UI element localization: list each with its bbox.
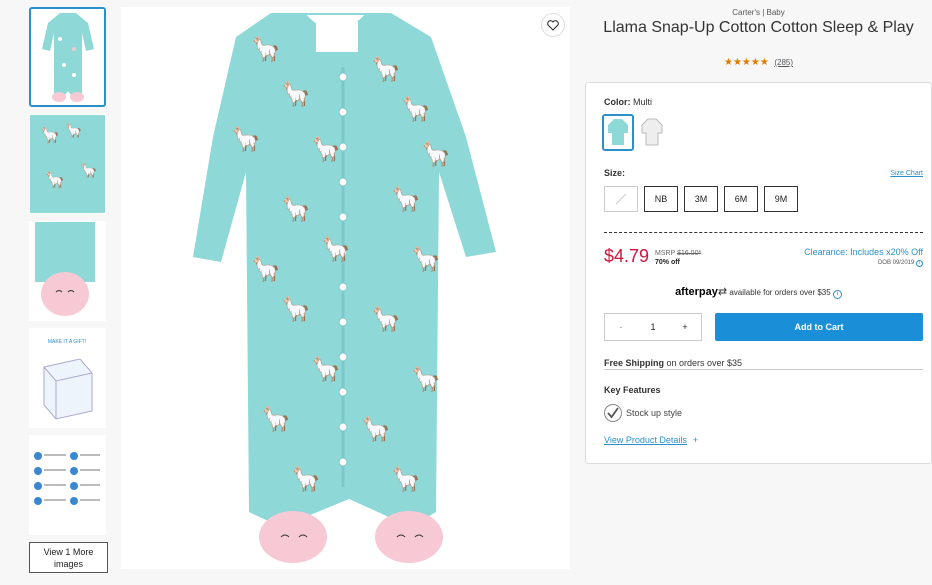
thumbnail-2[interactable]: 🦙 🦙 🦙 🦙: [29, 114, 106, 214]
rating[interactable]: ★★★★★ (285): [585, 57, 932, 68]
svg-text:🦙: 🦙: [371, 305, 401, 333]
svg-text:🦙: 🦙: [361, 415, 391, 443]
view-product-details-link[interactable]: View Product Details +: [604, 435, 698, 445]
size-option-nb[interactable]: NB: [644, 186, 678, 212]
svg-text:🦙: 🦙: [401, 95, 431, 123]
add-to-cart-button[interactable]: Add to Cart: [715, 313, 923, 341]
svg-text:🦙: 🦙: [391, 465, 421, 493]
svg-text:🦙: 🦙: [321, 235, 351, 263]
svg-text:🦙: 🦙: [65, 122, 82, 139]
wishlist-heart-icon[interactable]: [541, 13, 565, 37]
color-swatch-teal[interactable]: [602, 114, 634, 151]
size-option-3m[interactable]: 3M: [684, 186, 718, 212]
quantity-input[interactable]: 1: [637, 322, 669, 332]
checkmark-icon: [604, 404, 622, 422]
size-option-unavailable: [604, 186, 638, 212]
svg-text:🦙: 🦙: [251, 255, 281, 283]
sale-price: $4.79: [604, 246, 650, 266]
svg-text:🦙: 🦙: [80, 162, 97, 179]
svg-text:🦙: 🦙: [281, 80, 311, 108]
view-more-images-button[interactable]: View 1 More images: [29, 542, 108, 573]
divider: [604, 232, 923, 233]
feature-item: Stock up style: [604, 404, 682, 422]
afterpay-info-icon[interactable]: i: [832, 290, 842, 299]
expand-plus-icon: +: [692, 435, 699, 445]
thumbnail-5[interactable]: [29, 435, 106, 535]
svg-text:🦙: 🦙: [411, 245, 441, 273]
main-product-image: 🦙 🦙 🦙 🦙 🦙 🦙 🦙 🦙 🦙 🦙 🦙 🦙 🦙 🦙 🦙 🦙 🦙 🦙 🦙 🦙: [121, 7, 570, 569]
key-features-heading: Key Features: [604, 385, 661, 395]
svg-text:🦙: 🦙: [281, 295, 311, 323]
afterpay-logo: afterpay: [675, 286, 718, 298]
svg-text:🦙: 🦙: [281, 195, 311, 223]
size-option-9m[interactable]: 9M: [764, 186, 798, 212]
size-option-6m[interactable]: 6M: [724, 186, 758, 212]
brand-breadcrumb[interactable]: Carter's | Baby: [585, 8, 932, 17]
rating-count-link[interactable]: (285): [774, 58, 793, 67]
svg-text:🦙: 🦙: [45, 170, 65, 189]
rating-stars-icon: ★★★★★: [723, 57, 769, 68]
afterpay-message: afterpay⇄ available for orders over $35 …: [586, 285, 931, 299]
info-icon[interactable]: i: [916, 260, 923, 267]
size-label: Size:: [604, 168, 626, 178]
svg-text:🦙: 🦙: [421, 140, 451, 168]
svg-text:🦙: 🦙: [40, 125, 60, 144]
thumbnail-1[interactable]: [29, 7, 106, 107]
clearance-text: Clearance: Includes x20% Off: [804, 247, 923, 257]
size-chart-link[interactable]: Size Chart: [890, 170, 923, 177]
product-title: Llama Snap-Up Cotton Cotton Sleep & Play: [603, 19, 914, 36]
increment-button[interactable]: +: [669, 322, 701, 332]
svg-text:🦙: 🦙: [411, 365, 441, 393]
shipping-info: Free Shipping on orders over $35: [604, 358, 743, 368]
svg-text:🦙: 🦙: [311, 355, 341, 383]
divider: [604, 369, 923, 370]
svg-text:🦙: 🦙: [261, 405, 291, 433]
gift-text: MAKE IT A GIFT!: [48, 339, 86, 345]
svg-text:🦙: 🦙: [311, 135, 341, 163]
svg-text:🦙: 🦙: [251, 35, 281, 63]
quantity-stepper: - 1 +: [604, 313, 702, 341]
thumbnail-4[interactable]: MAKE IT A GIFT!: [29, 328, 106, 428]
svg-text:🦙: 🦙: [371, 55, 401, 83]
thumbnail-3[interactable]: [29, 221, 106, 321]
dob-text: DOB 09/2019 i: [878, 260, 923, 267]
purchase-panel: Color: Multi Size: Size Chart NB 3M 6M 9…: [585, 82, 932, 464]
color-label: Color: Multi: [604, 97, 653, 107]
decrement-button[interactable]: -: [605, 322, 637, 332]
svg-text:🦙: 🦙: [231, 125, 261, 153]
msrp: MSRP $16.00* 70% off: [655, 250, 702, 266]
svg-text:🦙: 🦙: [391, 185, 421, 213]
thumbnail-list: 🦙 🦙 🦙 🦙 MAKE IT A GIFT!: [29, 7, 109, 542]
svg-text:🦙: 🦙: [291, 465, 321, 493]
color-swatch-white[interactable]: [636, 114, 668, 151]
